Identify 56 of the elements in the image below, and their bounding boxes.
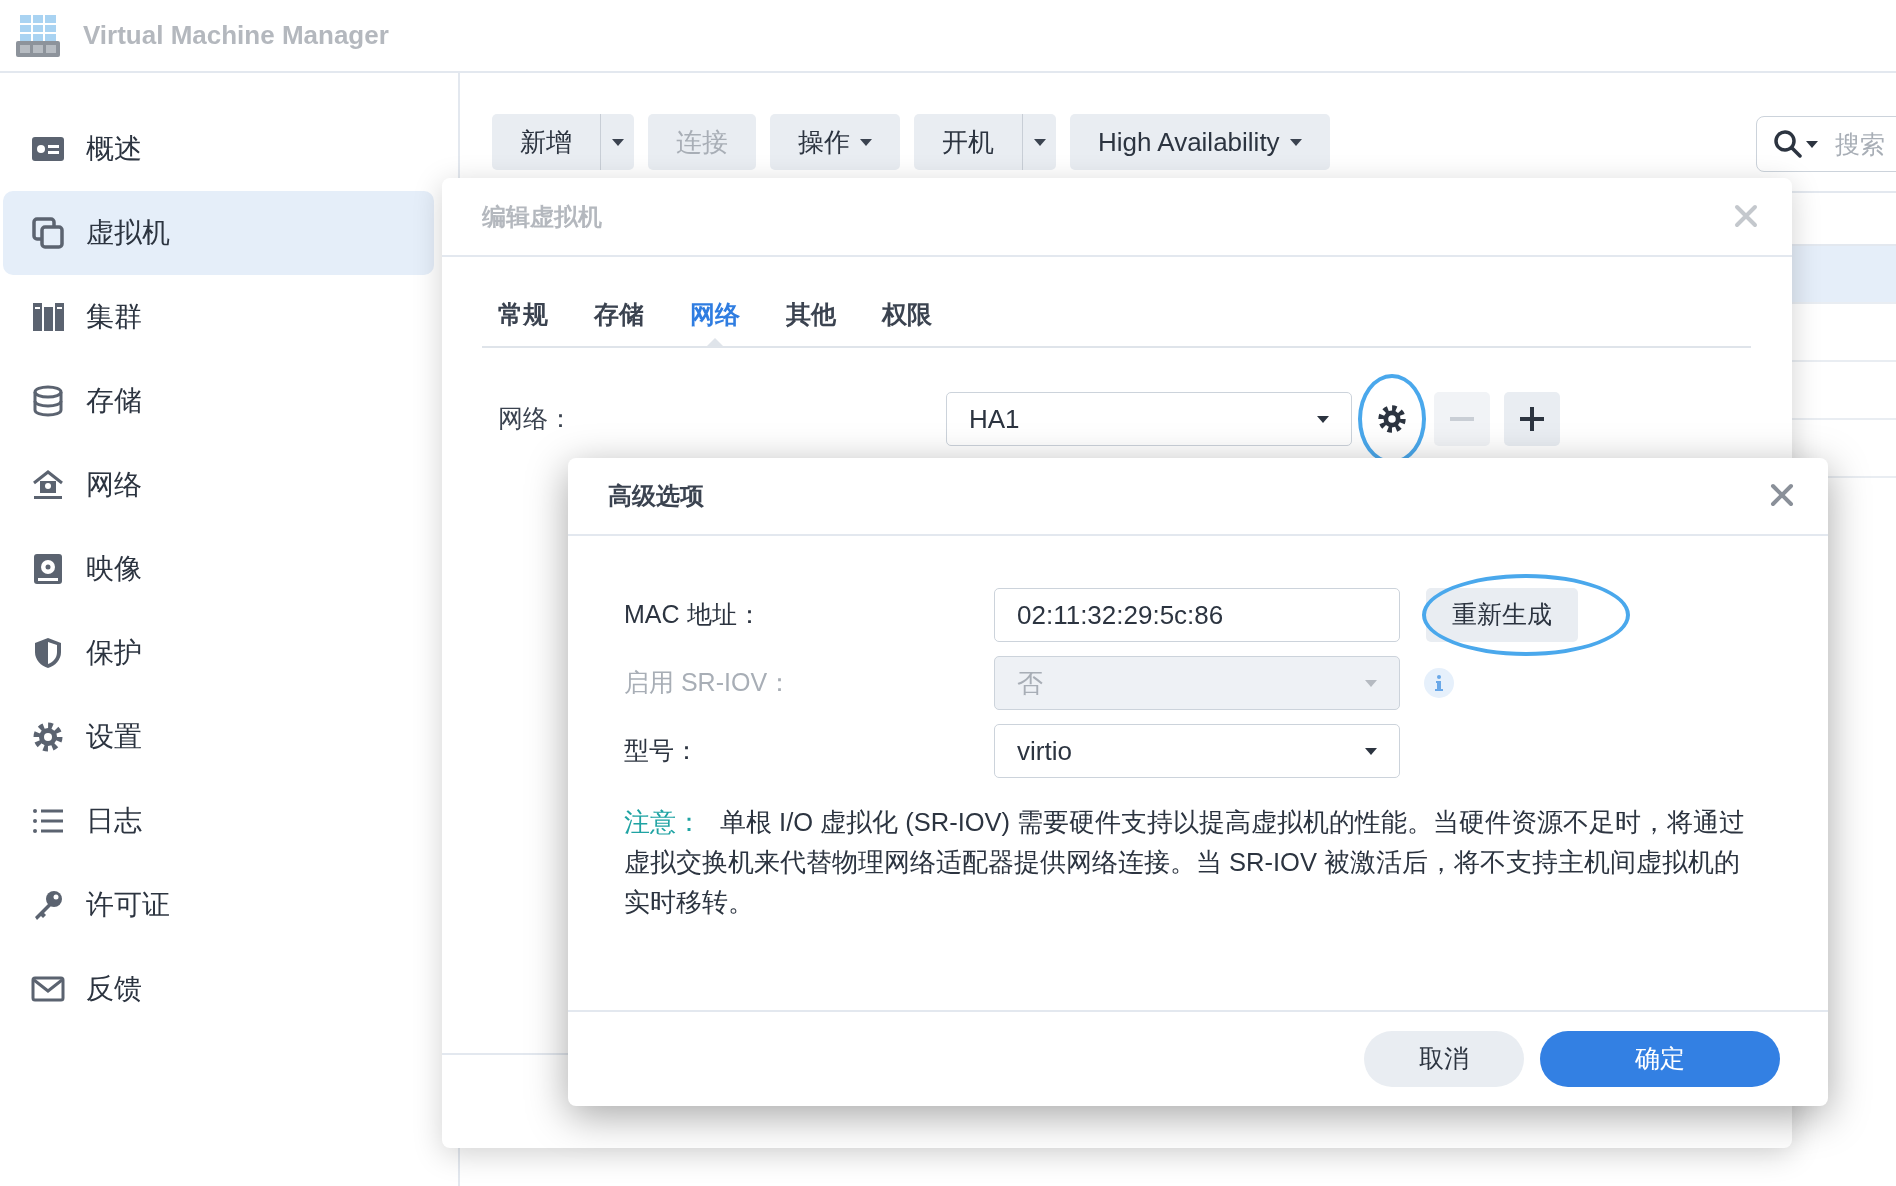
add-button[interactable] [1504, 392, 1560, 446]
tab[interactable]: 权限 [882, 285, 932, 345]
dialog-title: 高级选项 [608, 481, 704, 511]
field-label: 网络： [498, 403, 574, 435]
caret-icon [1365, 679, 1377, 687]
confirm-button[interactable]: 确定 [1540, 1031, 1780, 1087]
search-field[interactable]: 搜索 [1756, 116, 1896, 172]
sidebar-item[interactable]: 存储 [3, 359, 434, 443]
settings-icon [1375, 402, 1409, 436]
field-label: 启用 SR-IOV： [624, 667, 794, 699]
tab[interactable]: 常规 [498, 285, 548, 345]
sidebar-item[interactable]: 虚拟机 [3, 191, 434, 275]
regenerate-button[interactable]: 重新生成 [1426, 588, 1578, 642]
toolbar-button[interactable]: 新增 [492, 114, 600, 170]
toolbar-button[interactable]: 操作 [770, 114, 900, 170]
sidebar-item[interactable]: 日志 [3, 779, 434, 863]
tab[interactable]: 网络 [690, 285, 740, 345]
plus-icon [1520, 407, 1544, 431]
network-select[interactable]: HA1 [946, 392, 1352, 446]
copy-icon [30, 215, 66, 251]
dropdown-toggle[interactable] [600, 114, 634, 170]
info-glyph-icon [1435, 675, 1443, 691]
server-logo-icon [15, 12, 61, 59]
sidebar-item[interactable]: 映像 [3, 527, 434, 611]
caret-icon [1365, 747, 1377, 755]
tab[interactable]: 存储 [594, 285, 644, 345]
caret-icon [860, 138, 872, 146]
search-icon [1774, 130, 1802, 158]
note-text: 注意： 单根 I/O 虚拟化 (SR-IOV) 需要硬件支持以提高虚拟机的性能。当硬件资源不足时，将通过虚拟交换机来代替物理网络适配器提供网络连接。当 SR-IOV 被激活后，将不支持主机间虚拟机的实时移转。 [624, 807, 1747, 918]
sidebar-item[interactable]: 反馈 [3, 947, 434, 1031]
close-icon [1734, 203, 1758, 228]
close-button[interactable] [1770, 483, 1796, 509]
sidebar-item[interactable]: 网络 [3, 443, 434, 527]
minus-icon [1450, 417, 1474, 421]
toolbar-button[interactable]: High Availability [1070, 114, 1330, 170]
caret-icon [1806, 140, 1818, 148]
sidebar-item[interactable]: 集群 [3, 275, 434, 359]
close-icon [1770, 483, 1794, 507]
tab[interactable]: 其他 [786, 285, 836, 345]
caret-icon [1289, 138, 1302, 146]
mac-address-field[interactable]: 02:11:32:29:5c:86 [994, 588, 1400, 642]
sidebar-item[interactable]: 许可证 [3, 863, 434, 947]
sidebar-item[interactable]: 保护 [3, 611, 434, 695]
dropdown-field[interactable]: virtio [994, 724, 1400, 778]
app-title: Virtual Machine Manager [83, 19, 389, 52]
sidebar-item[interactable]: 概述 [3, 107, 434, 191]
cancel-button[interactable]: 取消 [1364, 1031, 1524, 1087]
sidebar-item[interactable]: 设置 [3, 695, 434, 779]
toolbar-button[interactable]: 开机 [914, 114, 1022, 170]
field-label: MAC 地址： [624, 599, 763, 631]
dialog-title: 编辑虚拟机 [482, 201, 602, 232]
dropdown-toggle[interactable] [1022, 114, 1056, 170]
caret-icon [611, 138, 624, 146]
field-label: 型号： [624, 735, 700, 767]
caret-icon [1033, 138, 1046, 146]
caret-icon [1317, 415, 1329, 423]
